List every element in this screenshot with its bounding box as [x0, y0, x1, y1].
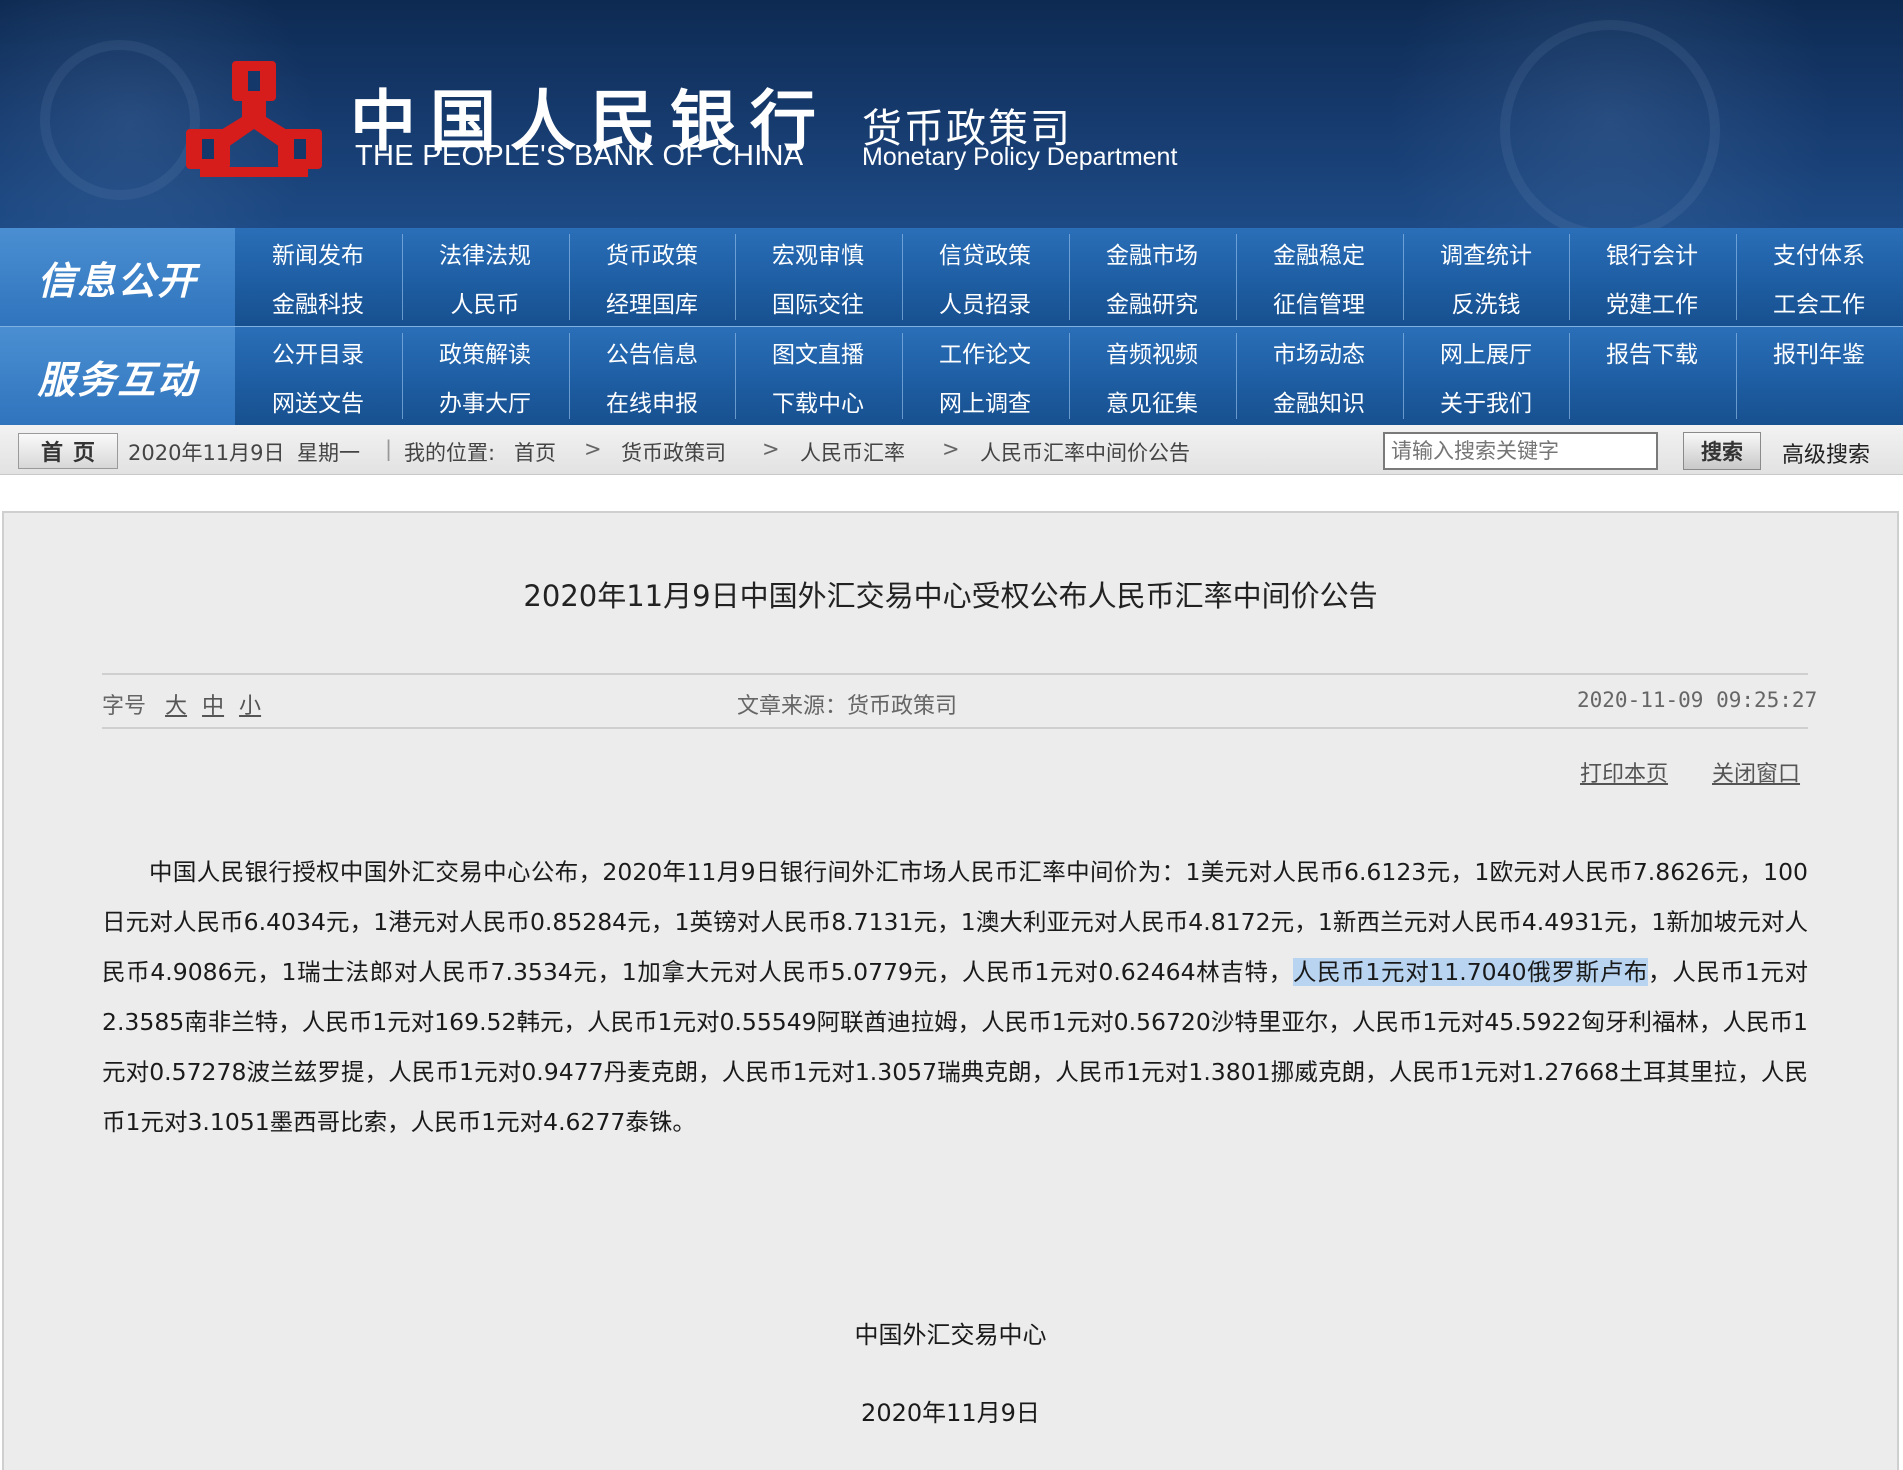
nav-item[interactable]: 人员招录 [902, 277, 1068, 326]
nav-item[interactable]: 网上展厅 [1403, 327, 1569, 376]
nav-service-interaction: 服务互动 公开目录 政策解读 公告信息 图文直播 工作论文 音频视频 市场动态 网上展厅 报告下… [0, 327, 1903, 425]
nav-item[interactable]: 调查统计 [1403, 228, 1569, 277]
nav-item[interactable]: 报刊年鉴 [1736, 327, 1902, 376]
nav-item[interactable]: 市场动态 [1236, 327, 1402, 376]
nav-item[interactable]: 银行会计 [1569, 228, 1735, 277]
location-label: 我的位置: [404, 441, 496, 465]
nav-item[interactable]: 在线申报 [569, 376, 735, 425]
breadcrumb-link[interactable]: 人民币汇率 [800, 437, 905, 467]
meta-divider-top [102, 673, 1808, 675]
nav-item[interactable]: 网上调查 [902, 376, 1068, 425]
nav-item[interactable]: 报告下载 [1569, 327, 1735, 376]
nav-item[interactable]: 关于我们 [1403, 376, 1569, 425]
nav-item[interactable]: 宏观审慎 [735, 228, 901, 277]
article-source: 文章来源：货币政策司 [737, 694, 958, 719]
bank-name-english: THE PEOPLE'S BANK OF CHINA [355, 140, 804, 172]
nav-item[interactable]: 信贷政策 [902, 228, 1068, 277]
nav-item[interactable]: 征信管理 [1236, 277, 1402, 326]
nav-item[interactable]: 办事大厅 [402, 376, 568, 425]
nav-item[interactable]: 公告信息 [569, 327, 735, 376]
font-size-label: 字号 [102, 694, 147, 719]
nav-section-title: 服务互动 [0, 327, 235, 425]
article-paragraph: 中国人民银行授权中国外汇交易中心公布，2020年11月9日银行间外汇市场人民币汇… [102, 847, 1808, 1147]
print-page-link[interactable]: 打印本页 [1580, 756, 1668, 788]
nav-item[interactable]: 金融知识 [1236, 376, 1402, 425]
search-input[interactable] [1383, 432, 1658, 470]
header-banner: 中国人民银行 THE PEOPLE'S BANK OF CHINA 货币政策司 … [0, 0, 1903, 228]
nav-item[interactable]: 新闻发布 [235, 228, 401, 277]
nav-item[interactable]: 意见征集 [1069, 376, 1235, 425]
nav-grid: 新闻发布 法律法规 货币政策 宏观审慎 信贷政策 金融市场 金融稳定 调查统计 银行会计 支付体系… [235, 228, 1903, 326]
chevron-right-icon: > [762, 437, 780, 461]
nav-item[interactable]: 网送文告 [235, 376, 401, 425]
nav-item[interactable]: 金融科技 [235, 277, 401, 326]
search-button[interactable]: 搜索 [1683, 432, 1761, 470]
breadcrumb-current[interactable]: 人民币汇率中间价公告 [980, 437, 1190, 467]
nav-info-disclosure: 信息公开 新闻发布 法律法规 货币政策 宏观审慎 信贷政策 金融市场 金融稳定 调查统计 银行会… [0, 228, 1903, 326]
chevron-right-icon: > [584, 437, 602, 461]
nav-item[interactable]: 图文直播 [735, 327, 901, 376]
nav-item[interactable]: 音频视频 [1069, 327, 1235, 376]
nav-item[interactable]: 法律法规 [402, 228, 568, 277]
current-weekday: 星期一 [297, 441, 360, 465]
breadcrumb-home-link[interactable]: 首页 [514, 437, 556, 467]
font-size-medium-link[interactable]: 中 [202, 694, 224, 719]
signature: 中国外汇交易中心 [854, 1321, 1047, 1349]
highlighted-text: 人民币1元对11.7040俄罗斯卢布 [1292, 958, 1649, 986]
breadcrumb-bar: 首页 2020年11月9日 星期一 | 我的位置: 首页 > 货币政策司 > 人… [0, 425, 1903, 475]
nav-grid: 公开目录 政策解读 公告信息 图文直播 工作论文 音频视频 市场动态 网上展厅 报告下载 报刊年鉴… [235, 327, 1903, 425]
chevron-right-icon: > [942, 437, 960, 461]
department-name-english: Monetary Policy Department [862, 143, 1178, 171]
article-panel: 2020年11月9日中国外汇交易中心受权公布人民币汇率中间价公告 字号 大 中 … [2, 511, 1899, 1470]
close-window-link[interactable]: 关闭窗口 [1712, 756, 1800, 788]
article-timestamp: 2020-11-09 09:25:27 [1577, 688, 1818, 712]
nav-item[interactable]: 货币政策 [569, 228, 735, 277]
nav-item[interactable]: 经理国库 [569, 277, 735, 326]
advanced-search-link[interactable]: 高级搜索 [1782, 437, 1870, 469]
font-size-small-link[interactable]: 小 [239, 694, 261, 719]
article-title: 2020年11月9日中国外汇交易中心受权公布人民币汇率中间价公告 [523, 579, 1378, 613]
font-size-controls: 字号 大 中 小 [102, 688, 261, 720]
meta-divider-bottom [102, 727, 1808, 729]
nav-item[interactable]: 工会工作 [1736, 277, 1902, 326]
nav-item[interactable]: 下载中心 [735, 376, 901, 425]
nav-item[interactable]: 工作论文 [902, 327, 1068, 376]
home-button[interactable]: 首页 [18, 433, 118, 469]
crumb-separator: | [385, 437, 393, 461]
nav-item[interactable]: 党建工作 [1569, 277, 1735, 326]
font-size-large-link[interactable]: 大 [165, 694, 187, 719]
signature-date: 2020年11月9日 [861, 1399, 1040, 1427]
nav-item[interactable]: 金融稳定 [1236, 228, 1402, 277]
nav-item[interactable]: 政策解读 [402, 327, 568, 376]
nav-item[interactable]: 公开目录 [235, 327, 401, 376]
nav-item[interactable]: 反洗钱 [1403, 277, 1569, 326]
nav-item[interactable]: 金融研究 [1069, 277, 1235, 326]
nav-item[interactable]: 支付体系 [1736, 228, 1902, 277]
nav-item[interactable]: 金融市场 [1069, 228, 1235, 277]
nav-section-title: 信息公开 [0, 228, 235, 326]
current-date: 2020年11月9日 [128, 441, 285, 465]
nav-item[interactable]: 国际交往 [735, 277, 901, 326]
pboc-emblem-icon [186, 61, 322, 177]
nav-item[interactable]: 人民币 [402, 277, 568, 326]
breadcrumb-link[interactable]: 货币政策司 [621, 437, 726, 467]
article-body: 中国人民银行授权中国外汇交易中心公布，2020年11月9日银行间外汇市场人民币汇… [102, 847, 1808, 1147]
